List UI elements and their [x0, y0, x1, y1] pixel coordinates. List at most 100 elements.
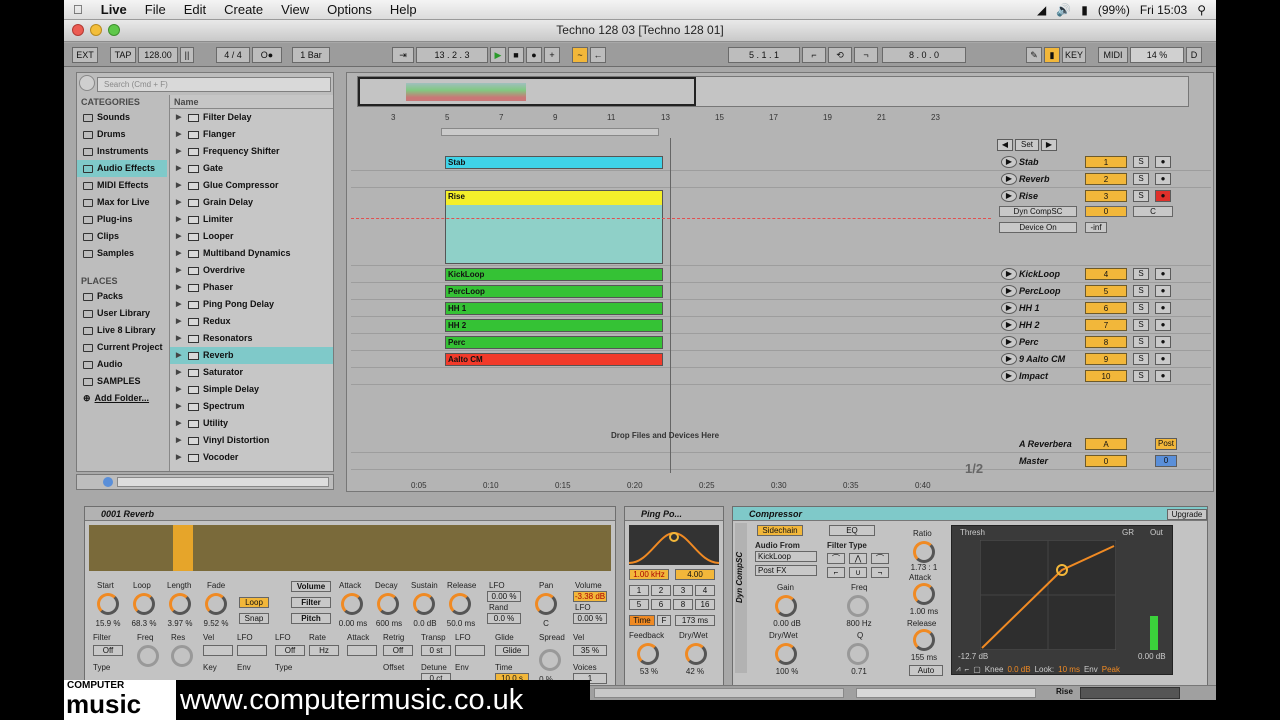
- volume-tab[interactable]: Volume: [291, 581, 331, 592]
- velocity-field[interactable]: 35 %: [573, 645, 607, 656]
- follow-icon[interactable]: ⇥: [392, 47, 414, 63]
- song-position-field[interactable]: 13 . 2 . 3: [416, 47, 488, 63]
- prev-locator-icon[interactable]: ◀: [997, 139, 1013, 151]
- track-lane[interactable]: Perc ▶ Perc 8 S ●: [351, 334, 1211, 351]
- category-instruments[interactable]: Instruments: [77, 143, 167, 160]
- attack-knob[interactable]: [341, 593, 363, 615]
- track-lane[interactable]: Stab ▶ Stab 1 S ●: [351, 154, 1211, 171]
- close-window-button[interactable]: [72, 24, 84, 36]
- category-sounds[interactable]: Sounds: [77, 109, 167, 126]
- notch-icon[interactable]: ∪: [849, 567, 867, 578]
- name-column-header[interactable]: Name: [170, 95, 333, 109]
- browser-item[interactable]: ▶ Multiband Dynamics: [170, 245, 333, 262]
- arm-record-icon[interactable]: ●: [1155, 156, 1171, 168]
- beat-division-button[interactable]: 3: [673, 585, 693, 596]
- minimize-window-button[interactable]: [90, 24, 102, 36]
- expand-icon[interactable]: ▶: [176, 347, 184, 364]
- filter-lfo-field[interactable]: [237, 645, 267, 656]
- automation-param-menu[interactable]: Device On: [999, 222, 1077, 233]
- browser-item[interactable]: ▶ Gate: [170, 160, 333, 177]
- time-signature-field[interactable]: 4 / 4: [216, 47, 250, 63]
- ping-pong-filter-graph[interactable]: [629, 525, 719, 565]
- category-plug-ins[interactable]: Plug-ins: [77, 211, 167, 228]
- place-current-project[interactable]: Current Project: [77, 339, 167, 356]
- sample-waveform[interactable]: [89, 525, 611, 571]
- fade-knob[interactable]: [205, 593, 227, 615]
- track-activator[interactable]: 1: [1085, 156, 1127, 168]
- expand-icon[interactable]: ▶: [176, 313, 184, 330]
- browser-item[interactable]: ▶ Limiter: [170, 211, 333, 228]
- beat-division-button[interactable]: 4: [695, 585, 715, 596]
- expand-icon[interactable]: ▶: [176, 160, 184, 177]
- solo-button[interactable]: S: [1133, 285, 1149, 297]
- clock[interactable]: Fri 15:03: [1140, 0, 1187, 20]
- track-activator[interactable]: 4: [1085, 268, 1127, 280]
- overview-strip[interactable]: [357, 76, 1189, 107]
- arrangement-clip[interactable]: KickLoop: [445, 268, 663, 281]
- arm-record-icon[interactable]: ●: [1155, 302, 1171, 314]
- browser-item[interactable]: ▶ Utility: [170, 415, 333, 432]
- track-activator[interactable]: 7: [1085, 319, 1127, 331]
- track-fold-icon[interactable]: ▶: [1001, 190, 1017, 202]
- knee-value[interactable]: 0.0 dB: [1007, 665, 1030, 674]
- browser-item[interactable]: ▶ Vocoder: [170, 449, 333, 466]
- menu-view[interactable]: View: [272, 0, 318, 20]
- solo-button[interactable]: S: [1133, 353, 1149, 365]
- comp-attack-knob[interactable]: [913, 583, 935, 605]
- track-fold-icon[interactable]: ▶: [1001, 353, 1017, 365]
- expand-icon[interactable]: ▶: [176, 245, 184, 262]
- rms-mode-icon[interactable]: ⌐: [965, 665, 970, 674]
- filter-freq-knob[interactable]: [137, 645, 159, 667]
- pitch-tab[interactable]: Pitch: [291, 613, 331, 624]
- ping-pong-freeze-button[interactable]: F: [657, 615, 671, 626]
- beat-division-button[interactable]: 2: [651, 585, 671, 596]
- solo-button[interactable]: S: [1133, 156, 1149, 168]
- glide-menu[interactable]: Glide: [495, 645, 529, 656]
- feedback-knob[interactable]: [637, 643, 659, 665]
- arrangement-clip[interactable]: Rise: [445, 190, 663, 264]
- track-lane[interactable]: PercLoop ▶ PercLoop 5 S ●: [351, 283, 1211, 300]
- spread-knob[interactable]: [539, 649, 561, 671]
- transfer-curve[interactable]: [980, 540, 1116, 650]
- track-fold-icon[interactable]: ▶: [1001, 302, 1017, 314]
- browser-item[interactable]: ▶ Looper: [170, 228, 333, 245]
- place-audio[interactable]: Audio: [77, 356, 167, 373]
- punch-in-icon[interactable]: ⌐: [802, 47, 826, 63]
- track-fold-icon[interactable]: ▶: [1001, 268, 1017, 280]
- loop-button[interactable]: Loop: [239, 597, 269, 608]
- expand-icon[interactable]: ▶: [176, 279, 184, 296]
- nudge-icon[interactable]: ||: [180, 47, 194, 63]
- browser-item[interactable]: ▶ Phaser: [170, 279, 333, 296]
- arrangement-clip[interactable]: PercLoop: [445, 285, 663, 298]
- expand-icon[interactable]: ▶: [176, 415, 184, 432]
- arrangement-clip[interactable]: Perc: [445, 336, 663, 349]
- rand-amount[interactable]: 0.0 %: [487, 613, 521, 624]
- track-lane[interactable]: ▶ Reverb 2 S ●: [351, 171, 1211, 188]
- release-knob[interactable]: [449, 593, 471, 615]
- ratio-knob[interactable]: [913, 541, 935, 563]
- track-fold-icon[interactable]: ▶: [1001, 173, 1017, 185]
- midi-map-button[interactable]: MIDI: [1098, 47, 1128, 63]
- browser-search-input[interactable]: Search (Cmd + F): [97, 77, 331, 92]
- preview-waveform[interactable]: [117, 477, 329, 487]
- pitch-lfo-field[interactable]: [455, 645, 485, 656]
- back-to-arrangement-icon[interactable]: ←: [590, 47, 606, 63]
- track-fold-icon[interactable]: ▶: [1001, 336, 1017, 348]
- expand-icon[interactable]: ▶: [176, 194, 184, 211]
- expand-icon[interactable]: ▶: [176, 330, 184, 347]
- tempo-field[interactable]: 128.00: [138, 47, 178, 63]
- expand-icon[interactable]: ▶: [176, 228, 184, 245]
- arm-record-icon[interactable]: ●: [1155, 353, 1171, 365]
- expand-icon[interactable]: ▶: [176, 432, 184, 449]
- category-audio-effects[interactable]: Audio Effects: [77, 160, 167, 177]
- expand-icon[interactable]: ▶: [176, 262, 184, 279]
- ping-pong-freq[interactable]: 1.00 kHz: [629, 569, 669, 580]
- browser-item[interactable]: ▶ Overdrive: [170, 262, 333, 279]
- beat-division-button[interactable]: 8: [673, 599, 693, 610]
- key-map-icon[interactable]: ▮: [1044, 47, 1060, 63]
- pan-knob[interactable]: [535, 593, 557, 615]
- next-locator-icon[interactable]: ▶: [1041, 139, 1057, 151]
- snap-button[interactable]: Snap: [239, 613, 269, 624]
- status-thumbnail[interactable]: [1080, 687, 1180, 699]
- loop-start-field[interactable]: 5 . 1 . 1: [728, 47, 800, 63]
